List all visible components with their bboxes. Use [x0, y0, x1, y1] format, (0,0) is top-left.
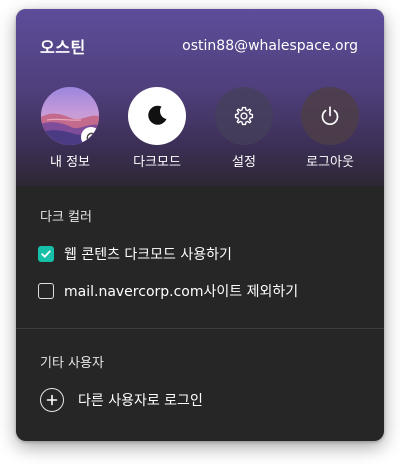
- plus-icon: [40, 388, 64, 412]
- avatar: [41, 87, 99, 145]
- checkmark-icon: [41, 250, 51, 258]
- settings-button[interactable]: 설정: [204, 87, 284, 170]
- logout-label: 로그아웃: [306, 155, 354, 170]
- section-divider: [16, 328, 384, 329]
- logout-button[interactable]: 로그아웃: [290, 87, 370, 170]
- settings-label: 설정: [232, 155, 256, 170]
- user-name: 오스틴: [40, 38, 86, 57]
- my-info-label: 내 정보: [49, 155, 90, 170]
- exclude-site-checkbox[interactable]: [38, 283, 54, 299]
- dark-web-content-checkbox[interactable]: [38, 246, 54, 262]
- login-other-user-label: 다른 사용자로 로그인: [78, 393, 203, 409]
- dark-color-title: 다크 컬러: [40, 210, 92, 225]
- dark-mode-button[interactable]: 다크모드: [117, 87, 197, 170]
- dark-mode-circle: [128, 87, 186, 145]
- exclude-site-label: mail.navercorp.com사이트 제외하기: [64, 284, 299, 300]
- sync-icon: [81, 127, 99, 145]
- other-users-title: 기타 사용자: [40, 356, 104, 371]
- logout-circle: [301, 87, 359, 145]
- settings-circle: [215, 87, 273, 145]
- account-popup: 오스틴 ostin88@whalespace.org 내 정보 다크모드 설정 …: [16, 9, 384, 441]
- dark-web-content-option[interactable]: 웹 콘텐츠 다크모드 사용하기: [38, 244, 232, 264]
- moon-icon: [148, 105, 167, 125]
- exclude-site-option[interactable]: mail.navercorp.com사이트 제외하기: [38, 281, 298, 301]
- my-info-button[interactable]: 내 정보: [30, 87, 110, 170]
- user-email: ostin88@whalespace.org: [182, 38, 358, 54]
- gear-icon: [234, 106, 254, 126]
- power-icon: [321, 106, 339, 125]
- profile-header: 오스틴 ostin88@whalespace.org 내 정보 다크모드 설정 …: [16, 9, 384, 186]
- dark-web-content-label: 웹 콘텐츠 다크모드 사용하기: [64, 247, 232, 263]
- login-other-user-button[interactable]: 다른 사용자로 로그인: [40, 388, 203, 412]
- dark-mode-label: 다크모드: [133, 155, 181, 170]
